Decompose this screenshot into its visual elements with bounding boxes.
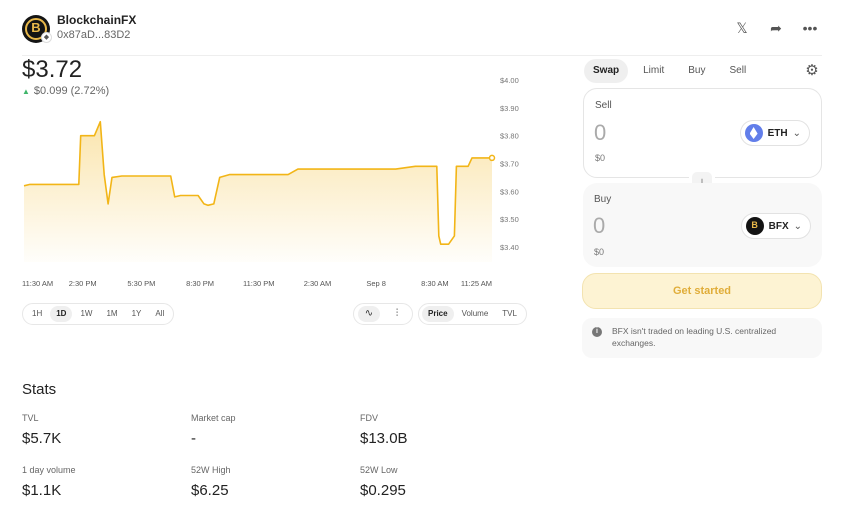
stat-tvl: TVL $5.7K xyxy=(22,413,61,447)
stat-label: 52W High xyxy=(191,465,231,475)
price-area xyxy=(24,121,492,262)
get-started-button[interactable]: Get started xyxy=(582,273,822,309)
x-tick-label: 8:30 AM xyxy=(421,279,449,288)
gear-icon[interactable]: ⚙ xyxy=(803,62,821,80)
stat-value: $1.1K xyxy=(22,482,62,499)
stat-value: $6.25 xyxy=(191,482,229,499)
buy-label: Buy xyxy=(594,194,612,205)
candlestick-icon[interactable]: ⫶ xyxy=(386,306,408,322)
sell-card: Sell $0 ETH ⌄ xyxy=(583,88,822,178)
y-tick-label: $3.60 xyxy=(500,187,519,196)
x-tick-label: 2:30 PM xyxy=(69,279,97,288)
stat-1-day-volume: 1 day volume $1.1K xyxy=(22,465,76,499)
latest-price-point xyxy=(488,154,496,162)
y-tick-label: $3.90 xyxy=(500,104,519,113)
y-tick-label: $3.80 xyxy=(500,132,519,141)
stat-value: - xyxy=(191,430,196,447)
metric-volume[interactable]: Volume xyxy=(456,306,495,322)
range-1w[interactable]: 1W xyxy=(74,306,98,322)
swap-tabs: Swap Limit Buy Sell xyxy=(584,59,755,83)
x-tick-label: 8:30 PM xyxy=(186,279,214,288)
stat-label: 1 day volume xyxy=(22,465,76,475)
x-tick-label: 5:30 PM xyxy=(127,279,155,288)
range-1m[interactable]: 1M xyxy=(100,306,123,322)
tab-sell[interactable]: Sell xyxy=(720,59,755,83)
tab-swap[interactable]: Swap xyxy=(584,59,629,83)
tab-limit[interactable]: Limit xyxy=(634,59,673,83)
sell-token-symbol: ETH xyxy=(767,127,788,139)
metric-price[interactable]: Price xyxy=(422,306,454,322)
chart-type-toggle: ∿ ⫶ xyxy=(353,303,413,325)
tab-buy[interactable]: Buy xyxy=(679,59,714,83)
chevron-down-icon: ⌄ xyxy=(792,127,801,139)
time-range-filter: 1H 1D 1W 1M 1Y All xyxy=(22,303,175,325)
bfx-token-icon: B xyxy=(745,217,764,235)
range-1h[interactable]: 1H xyxy=(26,306,48,322)
range-all[interactable]: All xyxy=(149,306,170,322)
buy-card: Buy $0 B BFX ⌄ xyxy=(583,183,822,267)
line-chart-icon[interactable]: ∿ xyxy=(358,306,380,322)
exchange-notice: i BFX isn't traded on leading U.S. centr… xyxy=(582,318,822,358)
x-tick-label: Sep 8 xyxy=(366,279,386,288)
chart-metric-filter: Price Volume TVL xyxy=(418,303,527,325)
sell-usd-value: $0 xyxy=(595,153,606,163)
stat-value: $0.295 xyxy=(360,482,406,499)
stat-label: Market cap xyxy=(191,413,236,423)
stat-label: FDV xyxy=(360,413,378,423)
stat-market-cap: Market cap - xyxy=(191,413,236,447)
buy-amount-input[interactable] xyxy=(593,213,713,239)
stat-value: $5.7K xyxy=(22,430,62,447)
x-tick-label: 11:25 AM xyxy=(461,279,492,288)
x-tick-label: 2:30 AM xyxy=(304,279,332,288)
y-tick-label: $3.50 xyxy=(500,215,519,224)
chevron-down-icon: ⌄ xyxy=(793,220,802,232)
y-tick-label: $3.40 xyxy=(500,243,519,252)
stat-fdv: FDV $13.0B xyxy=(360,413,408,447)
notice-text: BFX isn't traded on leading U.S. central… xyxy=(612,326,777,348)
eth-icon xyxy=(744,124,763,142)
info-icon: i xyxy=(592,327,602,337)
sell-amount-input[interactable] xyxy=(594,120,714,146)
x-tick-label: 11:30 PM xyxy=(243,279,275,288)
buy-token-symbol: BFX xyxy=(768,220,789,232)
buy-usd-value: $0 xyxy=(594,247,605,257)
x-tick-label: 11:30 AM xyxy=(22,279,53,288)
range-1d[interactable]: 1D xyxy=(50,306,73,322)
stats-title: Stats xyxy=(22,381,57,398)
stat-label: 52W Low xyxy=(360,465,398,475)
y-tick-label: $3.70 xyxy=(500,160,519,169)
stat-52w-low: 52W Low $0.295 xyxy=(360,465,406,499)
stat-52w-high: 52W High $6.25 xyxy=(191,465,231,499)
sell-label: Sell xyxy=(595,100,612,111)
buy-token-selector[interactable]: B BFX ⌄ xyxy=(740,213,811,239)
metric-tvl[interactable]: TVL xyxy=(496,306,523,322)
y-tick-label: $4.00 xyxy=(500,76,519,85)
stat-value: $13.0B xyxy=(360,430,408,447)
stat-label: TVL xyxy=(22,413,39,423)
range-1y[interactable]: 1Y xyxy=(126,306,148,322)
sell-token-selector[interactable]: ETH ⌄ xyxy=(739,120,810,146)
